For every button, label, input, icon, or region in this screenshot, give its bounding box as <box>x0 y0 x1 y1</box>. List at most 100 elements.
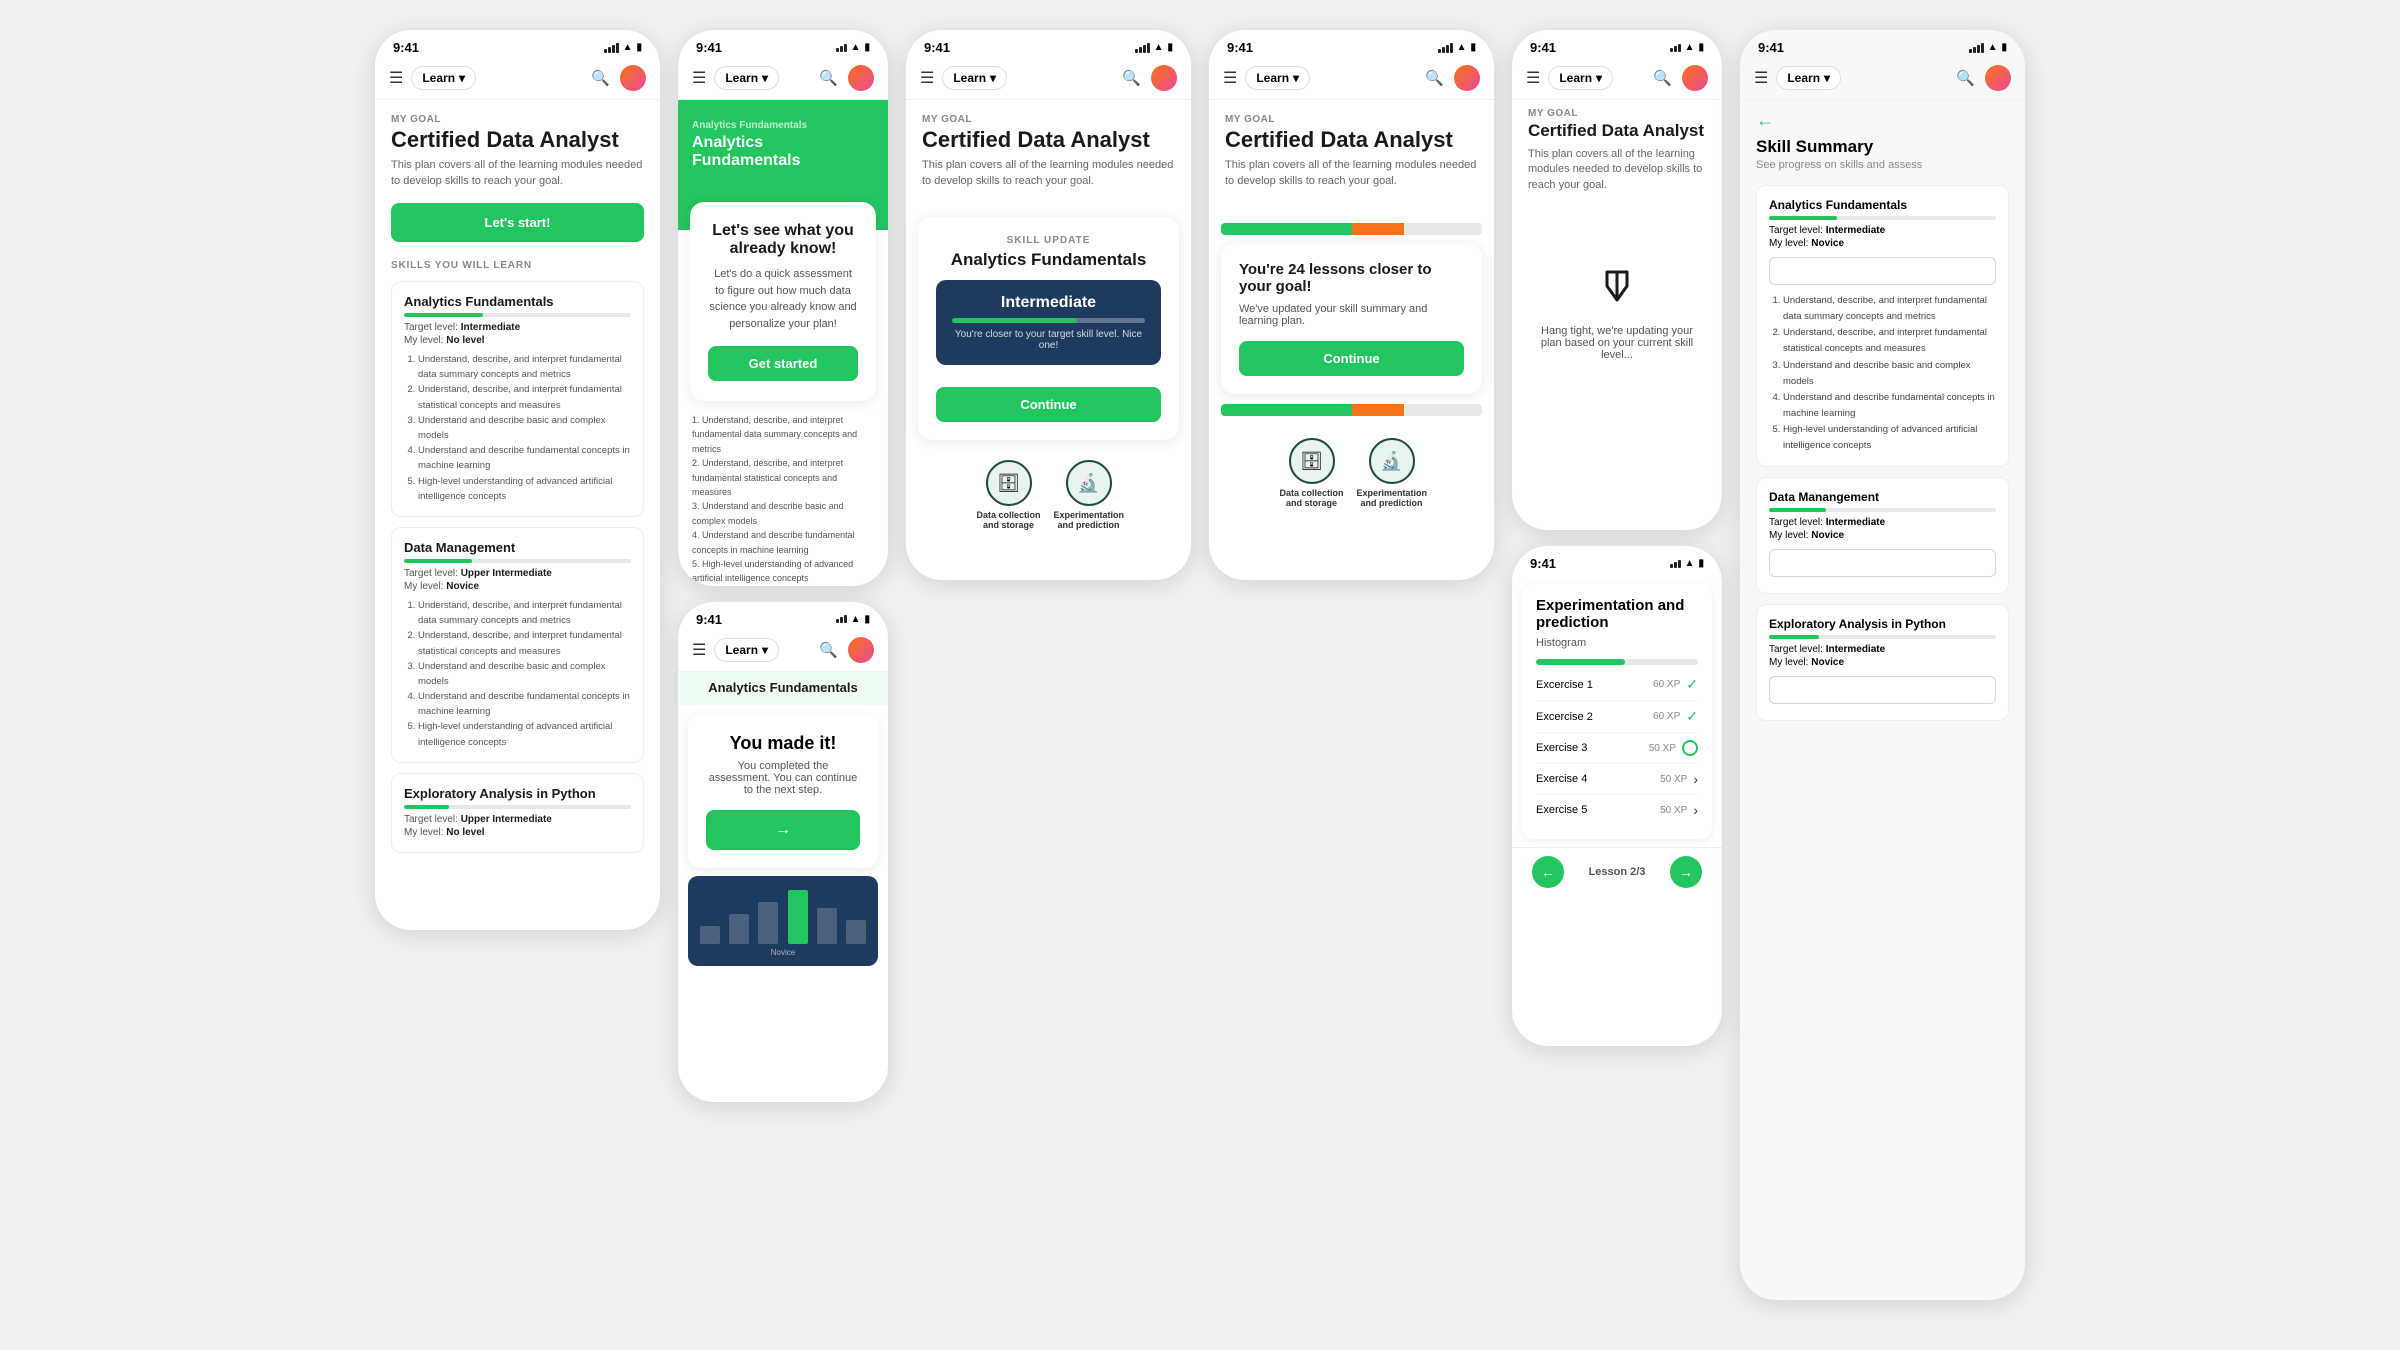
hamburger-icon-4[interactable]: ☰ <box>920 68 934 88</box>
bar1 <box>604 49 607 53</box>
summary-datamgmt-name: Data Manangement <box>1769 490 1996 504</box>
search-icon-6[interactable]: 🔍 <box>1653 69 1672 87</box>
exercise-row-5[interactable]: Exercise 5 50 XP › <box>1536 795 1698 825</box>
wifi-icon-5: ▲ <box>1457 42 1467 53</box>
modal-btn-2[interactable]: Get started <box>708 346 858 381</box>
section-header-3: Analytics Fundamentals <box>678 672 888 705</box>
search-icon-4[interactable]: 🔍 <box>1122 69 1141 87</box>
xp-1: 60 XP <box>1653 679 1680 690</box>
status-bar-7: 9:41 ▲ ▮ <box>1512 546 1722 575</box>
hamburger-icon-1[interactable]: ☰ <box>389 68 403 88</box>
modal-desc-2: Let's do a quick assessment to figure ou… <box>708 266 858 332</box>
nav-left-3: ☰ Learn ▾ <box>692 638 779 662</box>
next-btn-7[interactable]: → <box>1670 856 1702 888</box>
modal-title-2: Let's see what you already know! <box>708 222 858 258</box>
screen-done: 9:41 ▲ ▮ ☰ Learn ▾ <box>678 602 888 1102</box>
exercise-row-4[interactable]: Exercise 4 50 XP › <box>1536 764 1698 795</box>
continue-btn-5[interactable]: Continue <box>1239 341 1464 376</box>
nav-bar-3: ☰ Learn ▾ 🔍 <box>678 631 888 672</box>
summary-analytics-fill <box>1769 216 1837 220</box>
battery-icon-4: ▮ <box>1167 42 1173 53</box>
right-col: 9:41 ▲ ▮ ☰ Learn ▾ <box>1512 30 1722 1046</box>
my-goal-label-6: MY GOAL <box>1528 108 1706 119</box>
hamburger-icon-3[interactable]: ☰ <box>692 640 706 660</box>
summary-python-target: Target level: Intermediate <box>1769 644 1996 655</box>
time-5: 9:41 <box>1227 40 1253 55</box>
wifi-icon-1: ▲ <box>623 42 633 53</box>
hamburger-icon-2[interactable]: ☰ <box>692 68 706 88</box>
status-icons-1: ▲ ▮ <box>604 42 642 53</box>
nav-left-6: ☰ Learn ▾ <box>1526 66 1613 90</box>
progress-bar-7 <box>1536 659 1698 665</box>
exercise-row-2[interactable]: Excercise 2 60 XP ✓ <box>1536 701 1698 733</box>
hamburger-icon-5[interactable]: ☰ <box>1223 68 1237 88</box>
exercise-row-3[interactable]: Exercise 3 50 XP <box>1536 733 1698 764</box>
status-icons-5: ▲ ▮ <box>1438 42 1476 53</box>
search-icon-8[interactable]: 🔍 <box>1956 69 1975 87</box>
time-6: 9:41 <box>1530 40 1556 55</box>
badge-bar-4 <box>952 318 1145 323</box>
time-8: 9:41 <box>1758 40 1784 55</box>
battery-icon-1: ▮ <box>636 42 642 53</box>
summary-analytics-input[interactable] <box>1769 257 1996 285</box>
prev-btn-7[interactable]: ← <box>1532 856 1564 888</box>
search-icon-5[interactable]: 🔍 <box>1425 69 1444 87</box>
screen-closer: 9:41 ▲ ▮ ☰ Learn ▾ 🔍 <box>1209 30 1494 580</box>
start-button-1[interactable]: Let's start! <box>391 203 644 242</box>
circle-icon-3 <box>1682 740 1698 756</box>
skill-target-python: Target level: Upper Intermediate <box>404 814 631 825</box>
search-icon-2[interactable]: 🔍 <box>819 69 838 87</box>
signal-icon-1 <box>604 43 619 53</box>
goal-title-5: Certified Data Analyst <box>1225 127 1478 152</box>
hamburger-icon-6[interactable]: ☰ <box>1526 68 1540 88</box>
search-icon-3[interactable]: 🔍 <box>819 641 838 659</box>
goal-title-1: Certified Data Analyst <box>391 127 644 152</box>
back-button-8[interactable]: ← <box>1756 110 2009 131</box>
exercise-row-1[interactable]: Excercise 1 60 XP ✓ <box>1536 669 1698 701</box>
chevron-down-icon-6: ▾ <box>1596 71 1602 85</box>
learn-button-1[interactable]: Learn ▾ <box>411 66 476 90</box>
learn-button-6[interactable]: Learn ▾ <box>1548 66 1613 90</box>
chevron-down-icon-3: ▾ <box>762 643 768 657</box>
wifi-icon-2: ▲ <box>851 42 861 53</box>
summary-datamgmt-fill <box>1769 508 1826 512</box>
skill-name-analytics: Analytics Fundamentals <box>404 294 631 309</box>
nav-right-5: 🔍 <box>1425 65 1480 91</box>
xp-4: 50 XP <box>1660 774 1687 785</box>
goal-desc-5: This plan covers all of the learning mod… <box>1225 158 1478 189</box>
learn-button-3[interactable]: Learn ▾ <box>714 638 779 662</box>
arrow-icon-4: › <box>1693 771 1698 787</box>
arrow-button-3[interactable]: → <box>706 810 860 850</box>
bar4 <box>616 43 619 53</box>
learn-button-2[interactable]: Learn ▾ <box>714 66 779 90</box>
search-icon-1[interactable]: 🔍 <box>591 69 610 87</box>
progress-fill-7 <box>1536 659 1625 665</box>
skill-name-datamgmt: Data Management <box>404 540 631 555</box>
hamburger-icon-8[interactable]: ☰ <box>1754 68 1768 88</box>
summary-python-input[interactable] <box>1769 676 1996 704</box>
learn-button-5[interactable]: Learn ▾ <box>1245 66 1310 90</box>
summary-python-card: Exploratory Analysis in Python Target le… <box>1756 604 2009 721</box>
signal-icon-2 <box>836 44 847 52</box>
avatar-3 <box>848 637 874 663</box>
status-bar-3: 9:41 ▲ ▮ <box>678 602 888 631</box>
continue-btn-4[interactable]: Continue <box>936 387 1161 422</box>
summary-python-fill <box>1769 635 1819 639</box>
intermediate-badge-4: Intermediate You're closer to your targe… <box>936 280 1161 365</box>
nav-right-8: 🔍 <box>1956 65 2011 91</box>
summary-datamgmt-input[interactable] <box>1769 549 1996 577</box>
loading-logo-6 <box>1592 261 1642 311</box>
section-title-2: Analytics Fundamentals <box>692 134 874 170</box>
learn-button-8[interactable]: Learn ▾ <box>1776 66 1841 90</box>
signal-icon-5 <box>1438 43 1453 53</box>
bar2 <box>608 47 611 53</box>
battery-icon-2: ▮ <box>864 42 870 53</box>
nav-bar-4: ☰ Learn ▾ 🔍 <box>906 59 1191 100</box>
signal-icon-6 <box>1670 44 1681 52</box>
avatar-1 <box>620 65 646 91</box>
wifi-icon-7: ▲ <box>1685 558 1695 569</box>
arrow-icon-5: › <box>1693 802 1698 818</box>
skill-my-datamgmt: My level: Novice <box>404 581 631 592</box>
nav-bar-8: ☰ Learn ▾ 🔍 <box>1740 59 2025 100</box>
learn-button-4[interactable]: Learn ▾ <box>942 66 1007 90</box>
